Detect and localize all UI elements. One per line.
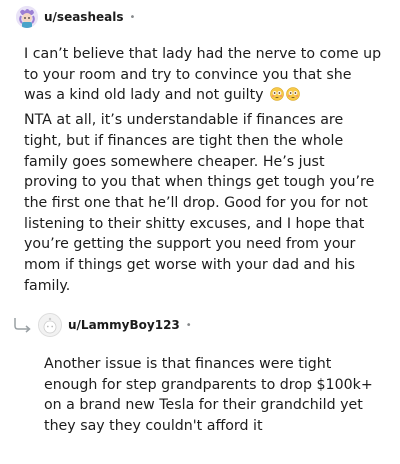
comment-header: u/seasheals • — [0, 0, 400, 34]
comment-paragraph: NTA at all, it’s understandable if finan… — [24, 112, 375, 294]
comment-seasheals: u/seasheals • I can’t believe that lady … — [0, 0, 400, 300]
flushed-face-emoji-icon — [286, 87, 300, 102]
user-avatar[interactable] — [38, 313, 62, 337]
snoo-avatar-icon — [16, 6, 38, 28]
comment-body: Another issue is that finances were tigh… — [0, 342, 400, 437]
separator-dot: • — [185, 319, 192, 331]
user-avatar[interactable] — [16, 6, 38, 28]
default-avatar-icon — [39, 314, 61, 336]
username[interactable]: u/LammyBoy123 — [68, 318, 180, 332]
comment-lammyboy123: u/LammyBoy123 • Another issue is that fi… — [0, 308, 400, 437]
comment-header: u/LammyBoy123 • — [0, 308, 400, 342]
reply-arrow-icon — [12, 316, 34, 334]
comment-paragraph: Another issue is that finances were tigh… — [44, 356, 373, 435]
username[interactable]: u/seasheals — [44, 10, 123, 24]
flushed-face-emoji-icon — [270, 87, 284, 102]
comment-body: I can’t believe that lady had the nerve … — [0, 34, 400, 296]
separator-dot: • — [129, 11, 136, 23]
comment-paragraph: I can’t believe that lady had the nerve … — [24, 46, 382, 104]
